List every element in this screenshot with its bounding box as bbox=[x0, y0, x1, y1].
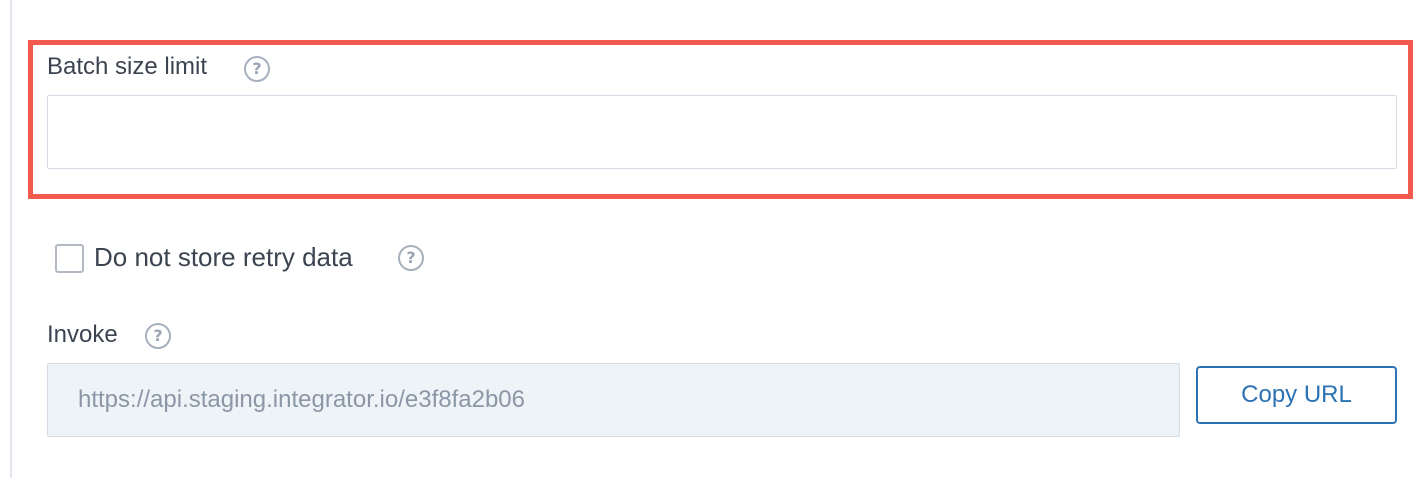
batch-size-label: Batch size limit bbox=[47, 53, 208, 80]
retry-data-help-icon[interactable]: ? bbox=[398, 245, 424, 271]
left-border bbox=[10, 0, 12, 478]
batch-size-help-icon[interactable]: ? bbox=[244, 56, 270, 82]
invoke-label: Invoke bbox=[47, 321, 118, 348]
batch-size-input[interactable] bbox=[47, 95, 1397, 169]
invoke-help-icon[interactable]: ? bbox=[145, 323, 171, 349]
invoke-url-field[interactable] bbox=[47, 363, 1180, 437]
retry-data-label[interactable]: Do not store retry data bbox=[94, 243, 353, 271]
copy-url-button[interactable]: Copy URL bbox=[1196, 366, 1397, 424]
retry-data-checkbox[interactable] bbox=[55, 244, 84, 273]
